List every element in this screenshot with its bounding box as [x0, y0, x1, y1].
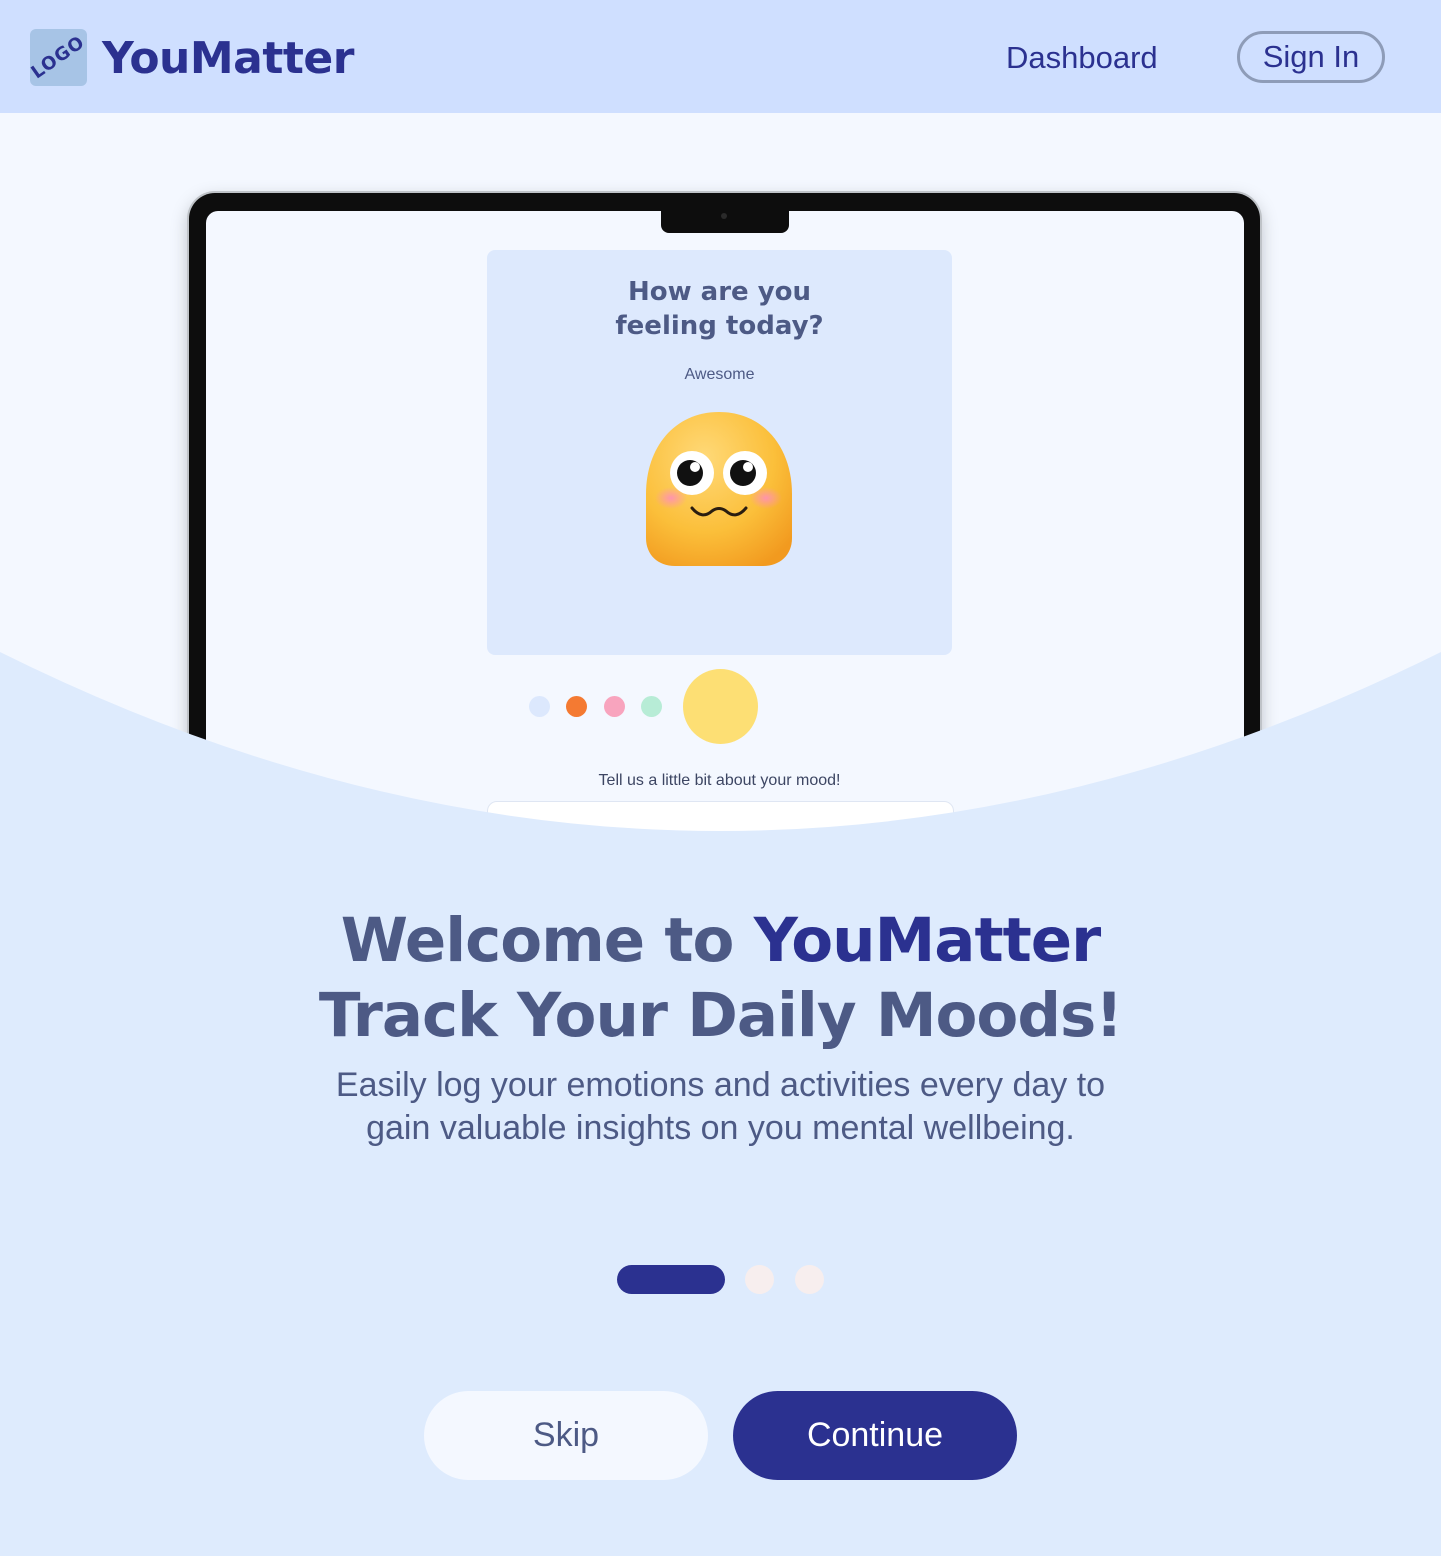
- top-header: LOGO YouMatter Dashboard Sign In: [0, 0, 1441, 113]
- nav-dashboard-link[interactable]: Dashboard: [1006, 40, 1158, 76]
- pager-dot[interactable]: [795, 1265, 824, 1294]
- mood-question-line1: How are you: [627, 277, 812, 307]
- hero-subtext: Easily log your emotions and activities …: [335, 1066, 1106, 1147]
- mood-value-label: Awesome: [684, 366, 755, 383]
- hero-headline: Welcome to YouMatter Track Your Daily Mo…: [0, 903, 1441, 1053]
- headline-line1: Welcome to YouMatter: [0, 903, 1441, 978]
- skip-button[interactable]: Skip: [424, 1391, 708, 1480]
- logo-text: LOGO: [27, 31, 90, 84]
- camera-icon: [721, 213, 727, 219]
- continue-button[interactable]: Continue: [733, 1391, 1017, 1480]
- logo[interactable]: LOGO: [27, 29, 90, 86]
- laptop-notch: [661, 205, 789, 233]
- mood-question-line2: feeling today?: [615, 311, 824, 341]
- brand-name[interactable]: YouMatter: [102, 33, 354, 84]
- sign-in-button[interactable]: Sign In: [1237, 31, 1385, 83]
- headline-line2: Track Your Daily Moods!: [318, 980, 1123, 1051]
- headline-prefix: Welcome to: [340, 905, 754, 976]
- happy-face-icon: [646, 412, 792, 566]
- headline-brand: YouMatter: [753, 905, 1102, 976]
- pager-dot[interactable]: [745, 1265, 774, 1294]
- mood-question: How are you feeling today?: [487, 275, 952, 343]
- pager-active-indicator[interactable]: [617, 1265, 725, 1294]
